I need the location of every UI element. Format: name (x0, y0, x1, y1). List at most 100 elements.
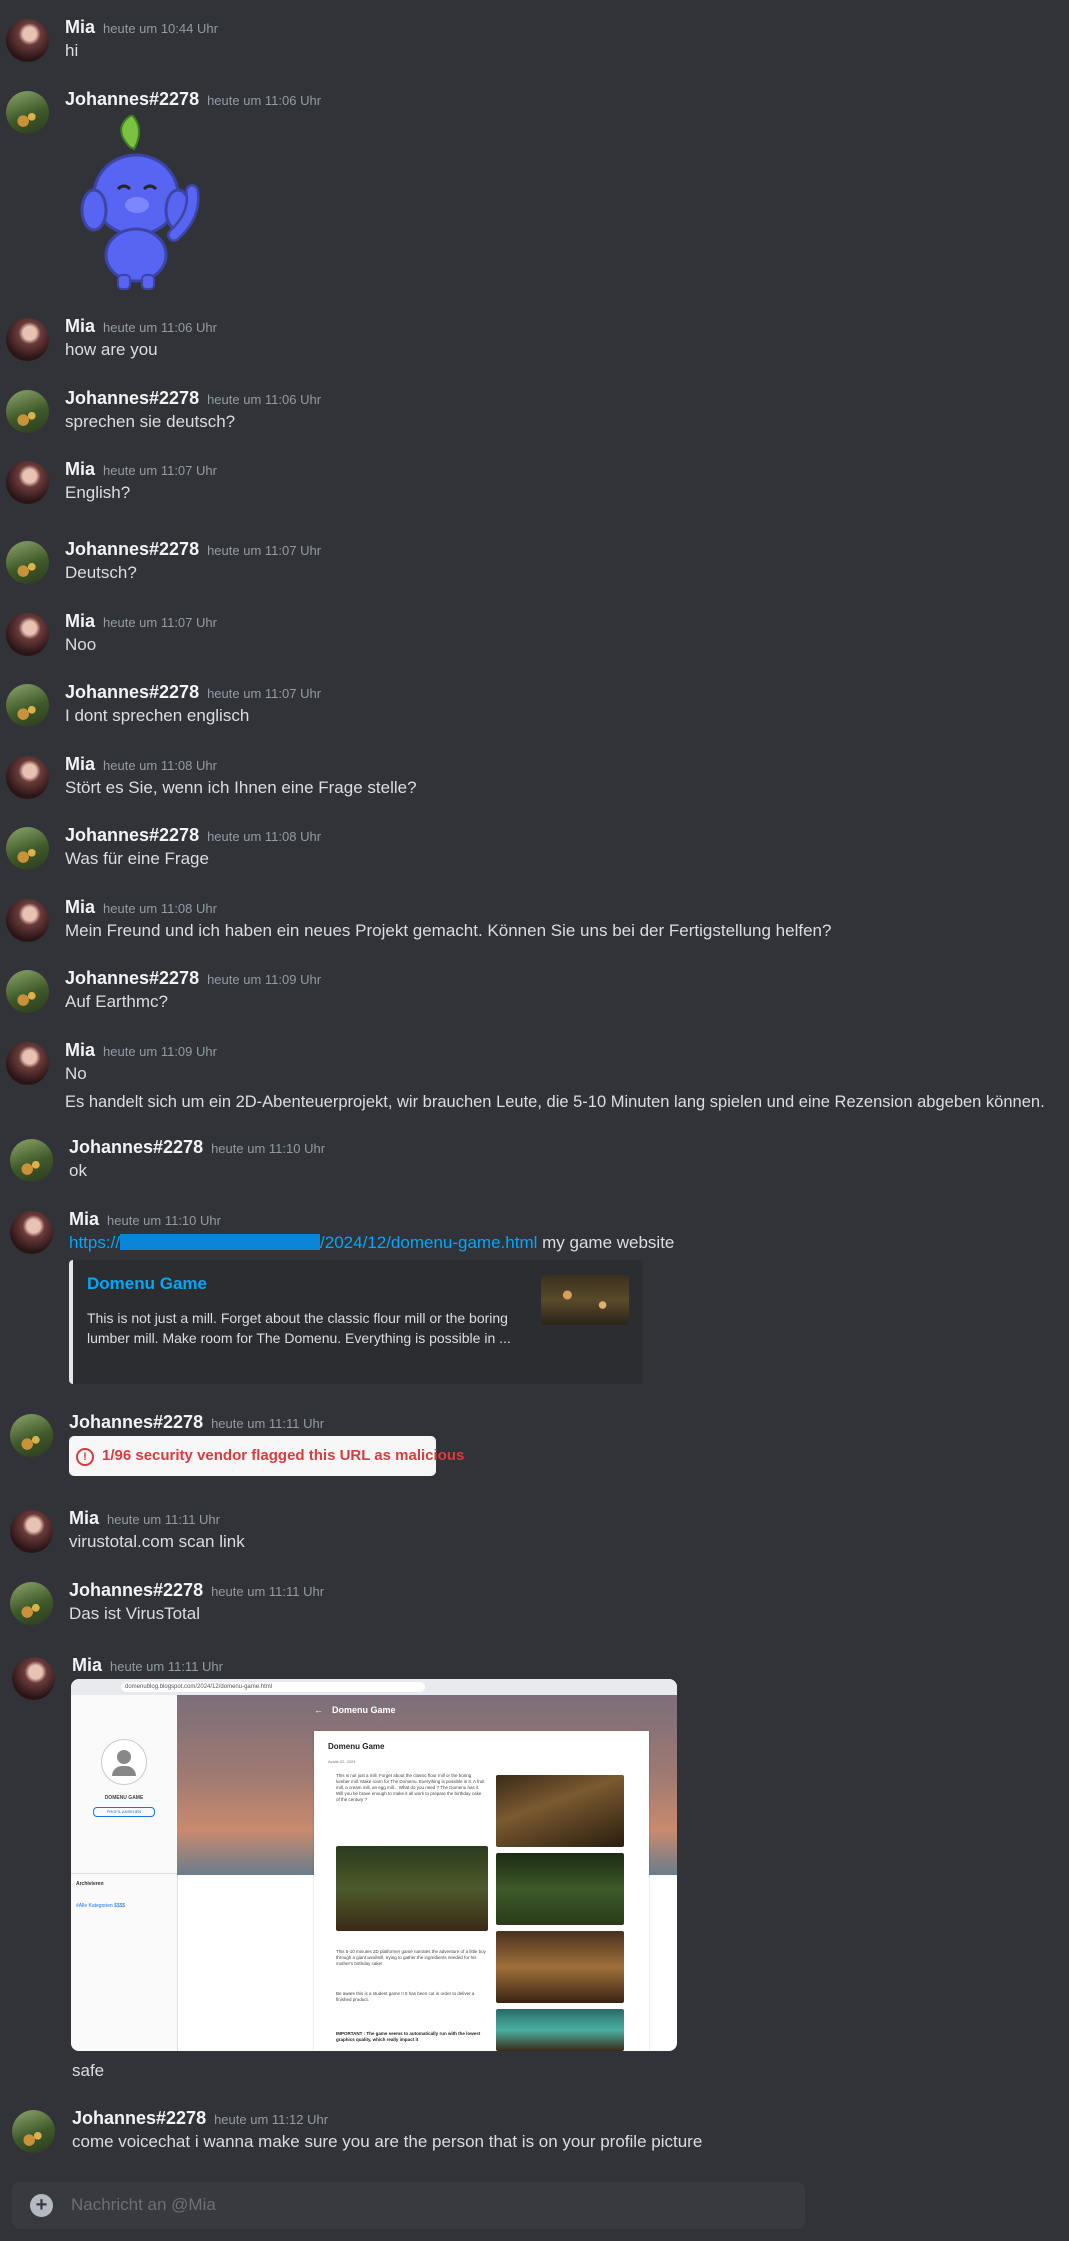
author-name[interactable]: Johannes#2278 (69, 1580, 203, 1600)
timestamp: heute um 11:11 Uhr (107, 1512, 220, 1527)
blog-titlebar: ← Domenu Game (314, 1705, 396, 1715)
timestamp: heute um 11:11 Uhr (211, 1416, 325, 1431)
message-text: come voicechat i wanna make sure you are… (72, 2132, 703, 2151)
avatar[interactable] (6, 541, 49, 584)
avatar[interactable] (6, 1042, 49, 1085)
author-name[interactable]: Mia (65, 17, 95, 37)
author-name[interactable]: Johannes#2278 (65, 968, 199, 988)
profile-icon (101, 1739, 147, 1785)
author-name[interactable]: Mia (69, 1508, 99, 1528)
author-name[interactable]: Mia (65, 754, 95, 774)
timestamp: heute um 11:10 Uhr (211, 1141, 326, 1156)
virustotal-result[interactable]: ! 1/96 security vendor flagged this URL … (69, 1436, 464, 1476)
post-paragraph: This is not just a mill. Forget about th… (336, 1773, 485, 1802)
author-name[interactable]: Mia (65, 316, 95, 336)
virustotal-text: 1/96 security vendor flagged this URL as… (102, 1447, 465, 1464)
avatar[interactable] (6, 390, 49, 433)
message-input[interactable]: Nachricht an @Mia (71, 2195, 216, 2215)
author-name[interactable]: Mia (72, 1655, 102, 1675)
link-embed: Domenu Game This is not just a mill. For… (69, 1260, 643, 1384)
avatar[interactable] (6, 613, 49, 656)
blog-post: Domenu Game Avalie 02, 2024 This is not … (314, 1731, 649, 2051)
author-name[interactable]: Johannes#2278 (65, 388, 199, 408)
avatar[interactable] (6, 756, 49, 799)
timestamp: heute um 11:07 Uhr (103, 615, 217, 630)
timestamp: heute um 11:09 Uhr (103, 1044, 217, 1059)
profile-button: PROFIL ANSEHEN (93, 1807, 155, 1817)
author-name[interactable]: Johannes#2278 (65, 825, 199, 845)
website-screenshot-image[interactable]: domenublog.blogspot.com/2024/12/domenu-g… (71, 1679, 677, 2051)
message-text: Stört es Sie, wenn ich Ihnen eine Frage … (65, 778, 417, 797)
post-paragraph: This 5-10 minutes 2D platformer game nar… (336, 1949, 486, 1966)
browser-url: domenublog.blogspot.com/2024/12/domenu-g… (121, 1682, 425, 1692)
browser-bar: domenublog.blogspot.com/2024/12/domenu-g… (71, 1679, 677, 1696)
avatar[interactable] (6, 684, 49, 727)
timestamp: heute um 11:06 Uhr (207, 392, 322, 407)
message-text: Deutsch? (65, 563, 137, 582)
timestamp: heute um 11:09 Uhr (207, 972, 322, 987)
archive-item: #Alle Kategorien $$$$ (76, 1903, 126, 1909)
timestamp: heute um 11:08 Uhr (103, 758, 217, 773)
avatar[interactable] (6, 970, 49, 1013)
avatar[interactable] (6, 461, 49, 504)
author-name[interactable]: Mia (65, 611, 95, 631)
message-text: hi (65, 41, 79, 60)
post-paragraph: Be aware this is a student game !! It ha… (336, 1991, 475, 2002)
timestamp: heute um 11:06 Uhr (207, 93, 322, 108)
website-link[interactable]: https:///2024/12/domenu-game.html (69, 1233, 537, 1252)
timestamp: heute um 11:06 Uhr (103, 320, 217, 335)
message-text: Noo (65, 635, 97, 654)
avatar[interactable] (6, 827, 49, 870)
blog-sidebar: DOMENU GAME PROFIL ANSEHEN Archivieren #… (71, 1695, 178, 2051)
avatar[interactable] (12, 2110, 55, 2153)
author-name[interactable]: Johannes#2278 (72, 2108, 206, 2128)
author-name[interactable]: Johannes#2278 (69, 1412, 203, 1432)
timestamp: heute um 11:07 Uhr (207, 686, 322, 701)
avatar[interactable] (6, 318, 49, 361)
timestamp: heute um 11:08 Uhr (103, 901, 217, 916)
message-text: Mein Freund und ich haben ein neues Proj… (65, 921, 832, 940)
embed-title[interactable]: Domenu Game (87, 1274, 207, 1294)
avatar[interactable] (6, 899, 49, 942)
message-composer[interactable]: + Nachricht an @Mia (12, 2182, 805, 2229)
avatar[interactable] (10, 1139, 53, 1182)
timestamp: heute um 11:12 Uhr (214, 2112, 329, 2127)
message-text: ok (69, 1161, 87, 1180)
embed-thumbnail[interactable] (541, 1275, 629, 1325)
message-text: English? (65, 483, 131, 502)
redacted-domain (120, 1234, 321, 1250)
timestamp: heute um 11:07 Uhr (207, 543, 322, 558)
author-name[interactable]: Johannes#2278 (65, 89, 199, 109)
timestamp: heute um 11:11 Uhr (110, 1659, 223, 1674)
avatar[interactable] (6, 19, 49, 62)
author-name[interactable]: Johannes#2278 (65, 539, 199, 559)
archive-label: Archivieren (76, 1881, 104, 1887)
embed-description: This is not just a mill. Forget about th… (87, 1310, 511, 1346)
profile-label: DOMENU GAME (104, 1795, 144, 1801)
post-title: Domenu Game (328, 1742, 385, 1751)
author-name[interactable]: Mia (69, 1209, 99, 1229)
message-text: Das ist VirusTotal (69, 1604, 201, 1623)
author-name[interactable]: Mia (65, 897, 95, 917)
alert-icon: ! (76, 1448, 94, 1466)
message-text: safe (72, 2061, 105, 2080)
author-name[interactable]: Mia (65, 459, 95, 479)
author-name[interactable]: Johannes#2278 (65, 682, 199, 702)
message-text: virustotal.com scan link (69, 1532, 245, 1551)
avatar[interactable] (10, 1414, 53, 1457)
message-text: how are you (65, 340, 158, 359)
wumpus-sticker[interactable] (78, 115, 213, 290)
avatar[interactable] (10, 1582, 53, 1625)
add-attachment-icon[interactable]: + (30, 2194, 53, 2217)
avatar[interactable] (6, 91, 49, 134)
author-name[interactable]: Johannes#2278 (69, 1137, 203, 1157)
avatar[interactable] (10, 1510, 53, 1553)
post-paragraph: IMPORTANT : The game seems to automatica… (336, 2031, 481, 2042)
timestamp: heute um 11:10 Uhr (107, 1213, 221, 1228)
message-text: sprechen sie deutsch? (65, 412, 236, 431)
avatar[interactable] (10, 1211, 53, 1254)
author-name[interactable]: Mia (65, 1040, 95, 1060)
avatar[interactable] (12, 1657, 55, 1700)
message-text: Es handelt sich um ein 2D-Abenteuerproje… (65, 1093, 1045, 1111)
message-text: I dont sprechen englisch (65, 706, 250, 725)
